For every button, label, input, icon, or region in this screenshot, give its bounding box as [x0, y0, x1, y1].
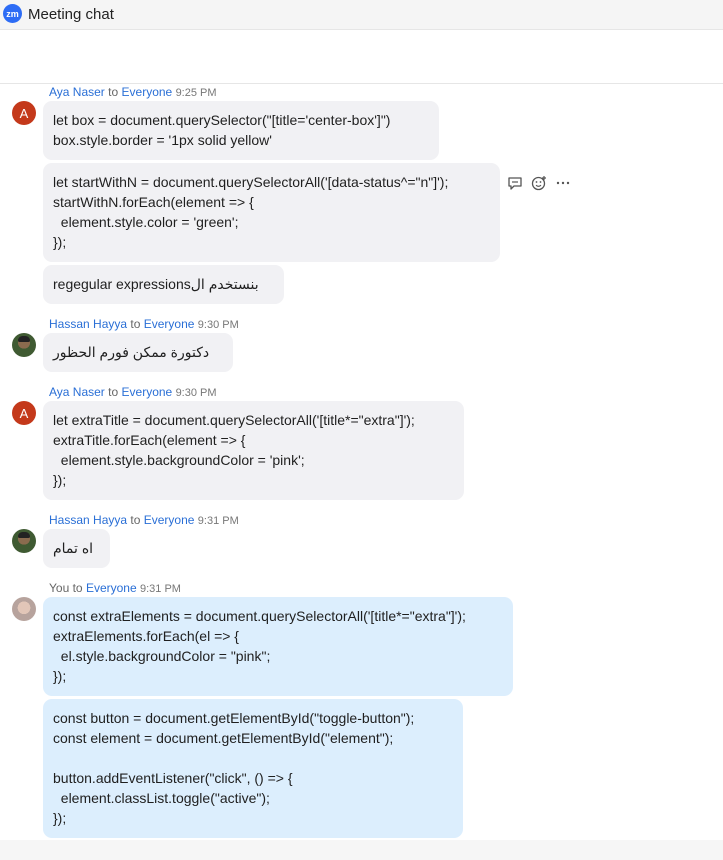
message-line: const button = document.getElementById("…	[53, 710, 415, 726]
message-header: Aya Naser to Everyone 9:25 PM	[49, 85, 217, 99]
sender-name[interactable]: Aya Naser	[49, 85, 105, 99]
add-reaction-icon[interactable]	[530, 174, 548, 192]
message-time: 9:30 PM	[197, 319, 239, 331]
message-line: دكتورة ممكن فورم الحظور	[53, 344, 210, 360]
message-line: extraTitle.forEach(element => {	[53, 432, 246, 448]
message-line: const element = document.getElementById(…	[53, 730, 394, 746]
sender-name[interactable]: Aya Naser	[49, 385, 105, 399]
message-line: element.style.color = 'green';	[53, 214, 239, 230]
to-label: to	[130, 317, 141, 331]
avatar[interactable]: A	[12, 401, 36, 425]
recipient-name[interactable]: Everyone	[122, 85, 173, 99]
message-time: 9:30 PM	[175, 387, 217, 399]
message-bubble[interactable]: const extraElements = document.querySele…	[43, 597, 513, 696]
recipient-name[interactable]: Everyone	[122, 385, 173, 399]
message-line: regegular expressionsبنستخدم ال	[53, 276, 259, 292]
message-line: const extraElements = document.querySele…	[53, 608, 466, 624]
message-time: 9:31 PM	[197, 515, 239, 527]
to-label: to	[130, 513, 141, 527]
message-header: You to Everyone 9:31 PM	[49, 581, 181, 595]
message-header: Hassan Hayya to Everyone 9:31 PM	[49, 513, 239, 527]
message-bubble[interactable]: const button = document.getElementById("…	[43, 699, 463, 838]
message-line: let box = document.querySelector("[title…	[53, 112, 391, 128]
sender-name[interactable]: Hassan Hayya	[49, 513, 127, 527]
more-options-icon[interactable]	[554, 174, 572, 192]
header-divider	[0, 83, 723, 84]
title-bar: zm Meeting chat	[0, 0, 723, 30]
reply-in-thread-icon[interactable]	[506, 174, 524, 192]
sender-name: You	[49, 581, 70, 595]
message-line: });	[53, 668, 67, 684]
message-bubble[interactable]: let startWithN = document.querySelectorA…	[43, 163, 500, 262]
message-bubble[interactable]: let extraTitle = document.querySelectorA…	[43, 401, 464, 500]
message-bubble[interactable]: regegular expressionsبنستخدم ال	[43, 265, 284, 304]
to-label: to	[72, 581, 83, 595]
message-bubble[interactable]: اه تمام	[43, 529, 110, 568]
message-time: 9:25 PM	[175, 87, 217, 99]
message-bubble[interactable]: دكتورة ممكن فورم الحظور	[43, 333, 233, 372]
avatar[interactable]	[12, 597, 36, 621]
message-line: });	[53, 472, 67, 488]
to-label: to	[108, 385, 119, 399]
message-line: element.classList.toggle("active");	[53, 790, 270, 806]
message-line: extraElements.forEach(el => {	[53, 628, 239, 644]
avatar[interactable]	[12, 333, 36, 357]
recipient-name[interactable]: Everyone	[86, 581, 137, 595]
recipient-name[interactable]: Everyone	[144, 317, 195, 331]
avatar[interactable]	[12, 529, 36, 553]
recipient-name[interactable]: Everyone	[144, 513, 195, 527]
message-line: startWithN.forEach(element => {	[53, 194, 254, 210]
message-line: });	[53, 810, 67, 826]
message-bubble[interactable]: let box = document.querySelector("[title…	[43, 101, 439, 160]
message-line: });	[53, 234, 67, 250]
message-line	[53, 748, 453, 768]
message-header: Aya Naser to Everyone 9:30 PM	[49, 385, 217, 399]
message-line: let startWithN = document.querySelectorA…	[53, 174, 449, 190]
message-header: Hassan Hayya to Everyone 9:30 PM	[49, 317, 239, 331]
message-hover-actions	[506, 174, 572, 192]
message-time: 9:31 PM	[140, 583, 181, 595]
message-line: element.style.backgroundColor = 'pink';	[53, 452, 305, 468]
zoom-app-icon: zm	[3, 4, 22, 23]
message-line: button.addEventListener("click", () => {	[53, 770, 293, 786]
message-line: اه تمام	[53, 540, 94, 556]
window-title: Meeting chat	[28, 6, 114, 23]
sender-name[interactable]: Hassan Hayya	[49, 317, 127, 331]
to-label: to	[108, 85, 119, 99]
message-line: box.style.border = '1px solid yellow'	[53, 132, 272, 148]
chat-bottom-edge	[0, 840, 723, 860]
avatar[interactable]: A	[12, 101, 36, 125]
message-line: el.style.backgroundColor = "pink";	[53, 648, 271, 664]
message-line: let extraTitle = document.querySelectorA…	[53, 412, 415, 428]
